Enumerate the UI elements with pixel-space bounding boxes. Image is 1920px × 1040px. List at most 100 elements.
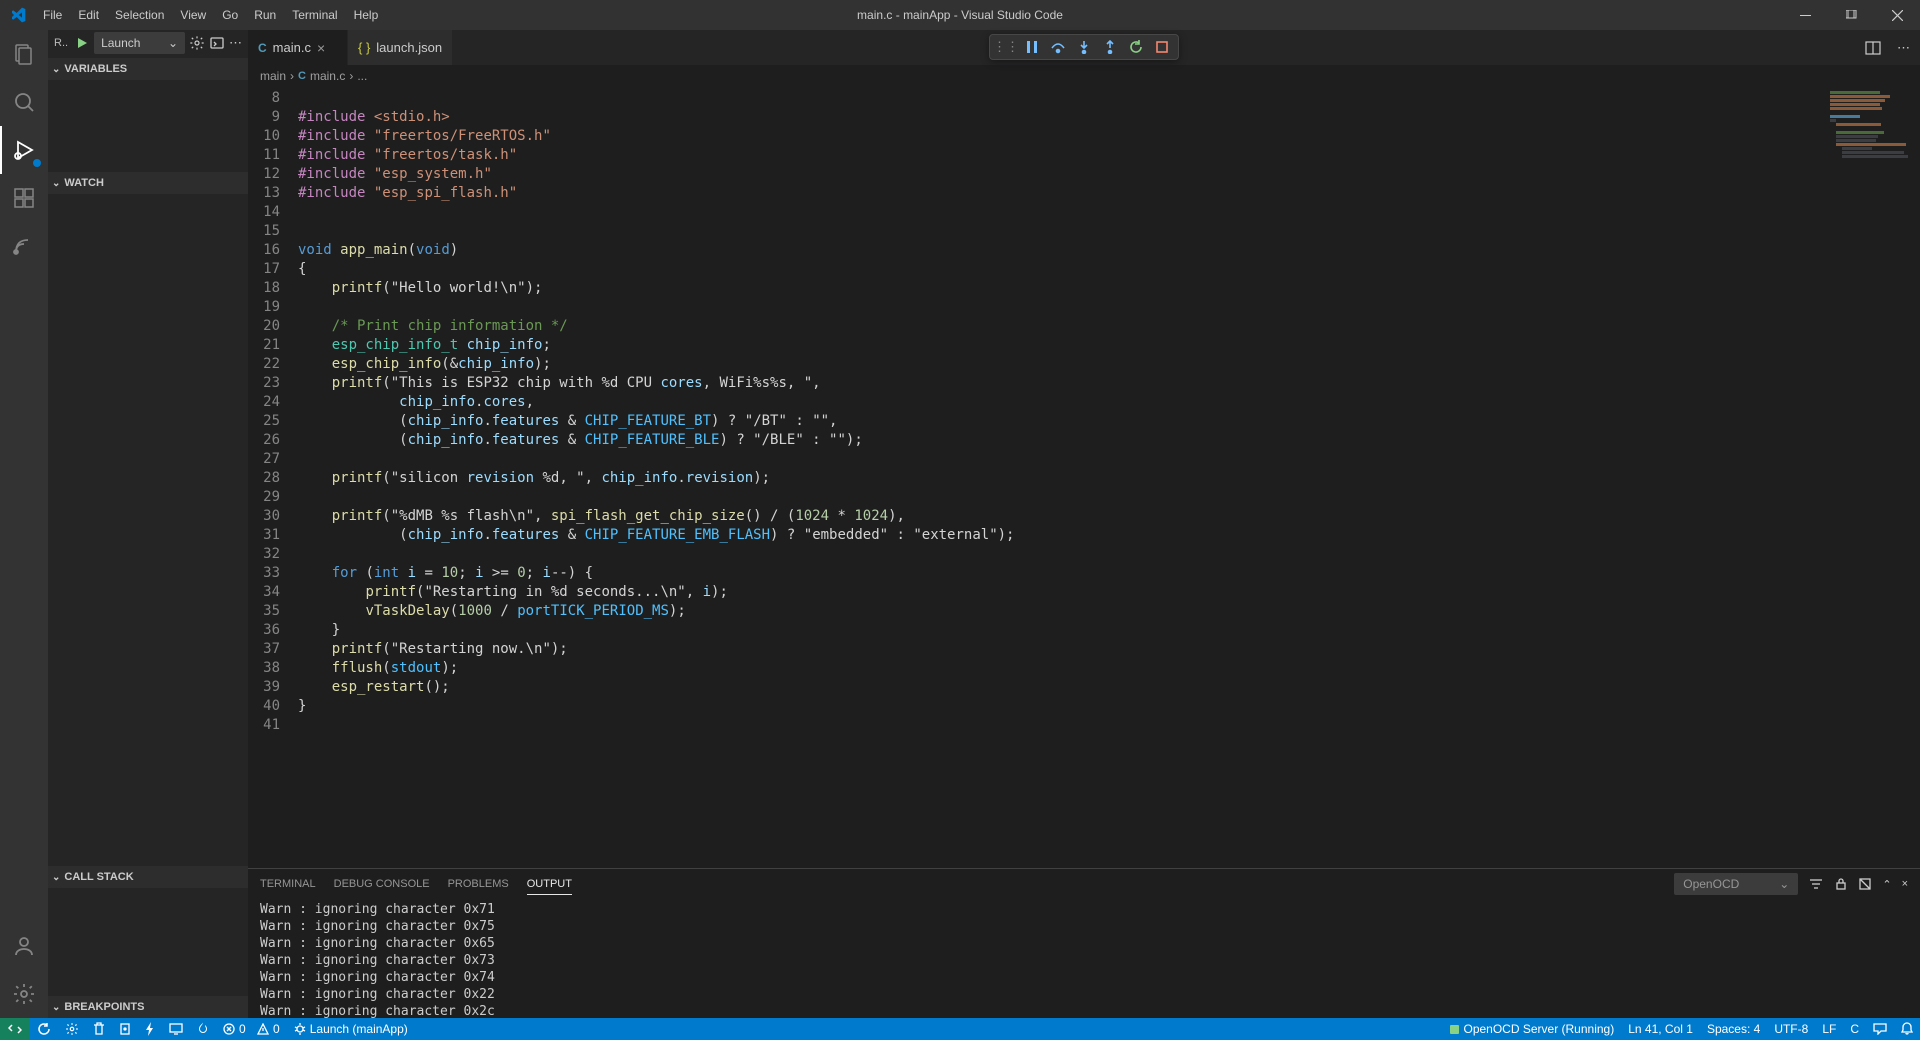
sb-trash-icon[interactable] xyxy=(86,1018,112,1040)
stop-button[interactable] xyxy=(1150,36,1174,58)
pause-button[interactable] xyxy=(1020,36,1044,58)
panel-tabs: TERMINAL DEBUG CONSOLE PROBLEMS OUTPUT O… xyxy=(248,869,1920,899)
sb-bell-icon[interactable] xyxy=(1894,1018,1920,1040)
chevron-down-icon: ⌄ xyxy=(52,872,60,883)
sb-errors[interactable]: 0 0 xyxy=(216,1018,287,1040)
c-file-icon: C xyxy=(258,41,267,55)
tab-launch-json[interactable]: { } launch.json xyxy=(348,30,453,65)
menu-run[interactable]: Run xyxy=(246,0,284,30)
panel-tab-output[interactable]: OUTPUT xyxy=(527,874,572,895)
panel-tab-terminal[interactable]: TERMINAL xyxy=(260,874,316,894)
section-variables[interactable]: ⌄VARIABLES xyxy=(48,58,248,80)
output-channel-select[interactable]: OpenOCD ⌄ xyxy=(1674,873,1798,895)
sb-flash-icon[interactable] xyxy=(138,1018,162,1040)
panel-tab-problems[interactable]: PROBLEMS xyxy=(448,874,509,894)
settings-icon[interactable] xyxy=(0,970,48,1018)
sb-sync-icon[interactable] xyxy=(30,1018,58,1040)
minimize-button[interactable] xyxy=(1782,0,1828,30)
breadcrumb-folder[interactable]: main xyxy=(260,69,286,83)
status-bar: 0 0 Launch (mainApp) OpenOCD Server (Run… xyxy=(0,1018,1920,1040)
accounts-icon[interactable] xyxy=(0,922,48,970)
clear-output-icon[interactable] xyxy=(1858,877,1872,891)
step-over-button[interactable] xyxy=(1046,36,1070,58)
chevron-down-icon: ⌄ xyxy=(168,36,178,50)
sb-encoding[interactable]: UTF-8 xyxy=(1767,1018,1815,1040)
watch-body xyxy=(48,194,248,866)
menu-go[interactable]: Go xyxy=(214,0,246,30)
debug-config-label: Launch xyxy=(101,36,140,50)
explorer-icon[interactable] xyxy=(0,30,48,78)
close-button[interactable] xyxy=(1874,0,1920,30)
expand-panel-icon[interactable]: ⌃ xyxy=(1882,878,1891,891)
sb-openocd[interactable]: OpenOCD Server (Running) xyxy=(1443,1018,1621,1040)
title-bar: File Edit Selection View Go Run Terminal… xyxy=(0,0,1920,30)
minimap[interactable] xyxy=(1824,87,1920,868)
line-number-gutter[interactable]: 8910111213141516171819202122232425262728… xyxy=(248,87,298,868)
sb-eol[interactable]: LF xyxy=(1815,1018,1843,1040)
more-actions-icon[interactable]: ⋯ xyxy=(1893,36,1914,60)
remote-button[interactable] xyxy=(0,1018,30,1040)
activity-bar xyxy=(0,30,48,1018)
editor-area: ⋮⋮ C main.c × { } launch.json ⋯ xyxy=(248,30,1920,1018)
chevron-down-icon: ⌄ xyxy=(52,64,60,75)
output-body[interactable]: Warn : ignoring character 0x71Warn : ign… xyxy=(248,899,1920,1018)
openocd-label: OpenOCD Server (Running) xyxy=(1463,1022,1614,1036)
espressif-icon[interactable] xyxy=(0,222,48,270)
sb-language[interactable]: C xyxy=(1843,1018,1866,1040)
close-icon[interactable]: × xyxy=(317,40,325,56)
sb-debug-launch[interactable]: Launch (mainApp) xyxy=(287,1018,415,1040)
sb-monitor-icon[interactable] xyxy=(162,1018,190,1040)
menu-terminal[interactable]: Terminal xyxy=(284,0,345,30)
tab-main-c[interactable]: C main.c × xyxy=(248,30,348,65)
lock-scroll-icon[interactable] xyxy=(1834,877,1848,891)
step-out-button[interactable] xyxy=(1098,36,1122,58)
run-debug-icon[interactable] xyxy=(0,126,48,174)
maximize-button[interactable] xyxy=(1828,0,1874,30)
breadcrumb[interactable]: main › C main.c › ... xyxy=(248,65,1920,87)
close-panel-icon[interactable]: × xyxy=(1902,878,1908,890)
extensions-icon[interactable] xyxy=(0,174,48,222)
drag-handle-icon[interactable]: ⋮⋮ xyxy=(994,36,1018,58)
menu-edit[interactable]: Edit xyxy=(70,0,107,30)
menu-file[interactable]: File xyxy=(35,0,70,30)
section-watch[interactable]: ⌄WATCH xyxy=(48,172,248,194)
sb-spaces[interactable]: Spaces: 4 xyxy=(1700,1018,1767,1040)
restart-button[interactable] xyxy=(1124,36,1148,58)
breadcrumb-file[interactable]: main.c xyxy=(310,69,345,83)
sb-fire-icon[interactable] xyxy=(190,1018,216,1040)
debug-config-select[interactable]: Launch ⌄ xyxy=(94,32,185,54)
search-icon[interactable] xyxy=(0,78,48,126)
chevron-right-icon: › xyxy=(349,69,353,83)
menu-selection[interactable]: Selection xyxy=(107,0,172,30)
menu-help[interactable]: Help xyxy=(346,0,387,30)
sb-feedback-icon[interactable] xyxy=(1866,1018,1894,1040)
step-into-button[interactable] xyxy=(1072,36,1096,58)
sb-cursor-position[interactable]: Ln 41, Col 1 xyxy=(1621,1018,1700,1040)
debug-toolbar[interactable]: ⋮⋮ xyxy=(989,34,1179,60)
panel-tab-debug-console[interactable]: DEBUG CONSOLE xyxy=(334,874,430,894)
variables-body xyxy=(48,80,248,172)
tab-label: main.c xyxy=(273,40,311,55)
gear-icon[interactable] xyxy=(189,35,205,51)
section-callstack-label: CALL STACK xyxy=(64,871,133,883)
launch-label: Launch (mainApp) xyxy=(310,1022,408,1036)
start-debug-button[interactable] xyxy=(74,35,90,51)
section-callstack[interactable]: ⌄ CALL STACK xyxy=(48,866,248,888)
more-icon[interactable]: ⋯ xyxy=(229,35,242,51)
sb-build-icon[interactable] xyxy=(112,1018,138,1040)
window-controls xyxy=(1782,0,1920,30)
editor-body[interactable]: 8910111213141516171819202122232425262728… xyxy=(248,87,1920,868)
debug-console-icon[interactable] xyxy=(209,35,225,51)
split-editor-icon[interactable] xyxy=(1861,36,1885,60)
section-breakpoints-label: BREAKPOINTS xyxy=(64,1001,144,1013)
c-file-icon: C xyxy=(298,70,306,82)
filter-icon[interactable] xyxy=(1808,876,1824,892)
chevron-down-icon: ⌄ xyxy=(52,1002,60,1013)
status-dot-icon xyxy=(1450,1025,1459,1034)
menu-view[interactable]: View xyxy=(172,0,214,30)
code-content[interactable]: #include <stdio.h>#include "freertos/Fre… xyxy=(298,87,1824,868)
tab-label: launch.json xyxy=(376,40,442,55)
breadcrumb-more[interactable]: ... xyxy=(357,69,367,83)
sb-gear-icon[interactable] xyxy=(58,1018,86,1040)
section-breakpoints[interactable]: ⌄ BREAKPOINTS xyxy=(48,996,248,1018)
